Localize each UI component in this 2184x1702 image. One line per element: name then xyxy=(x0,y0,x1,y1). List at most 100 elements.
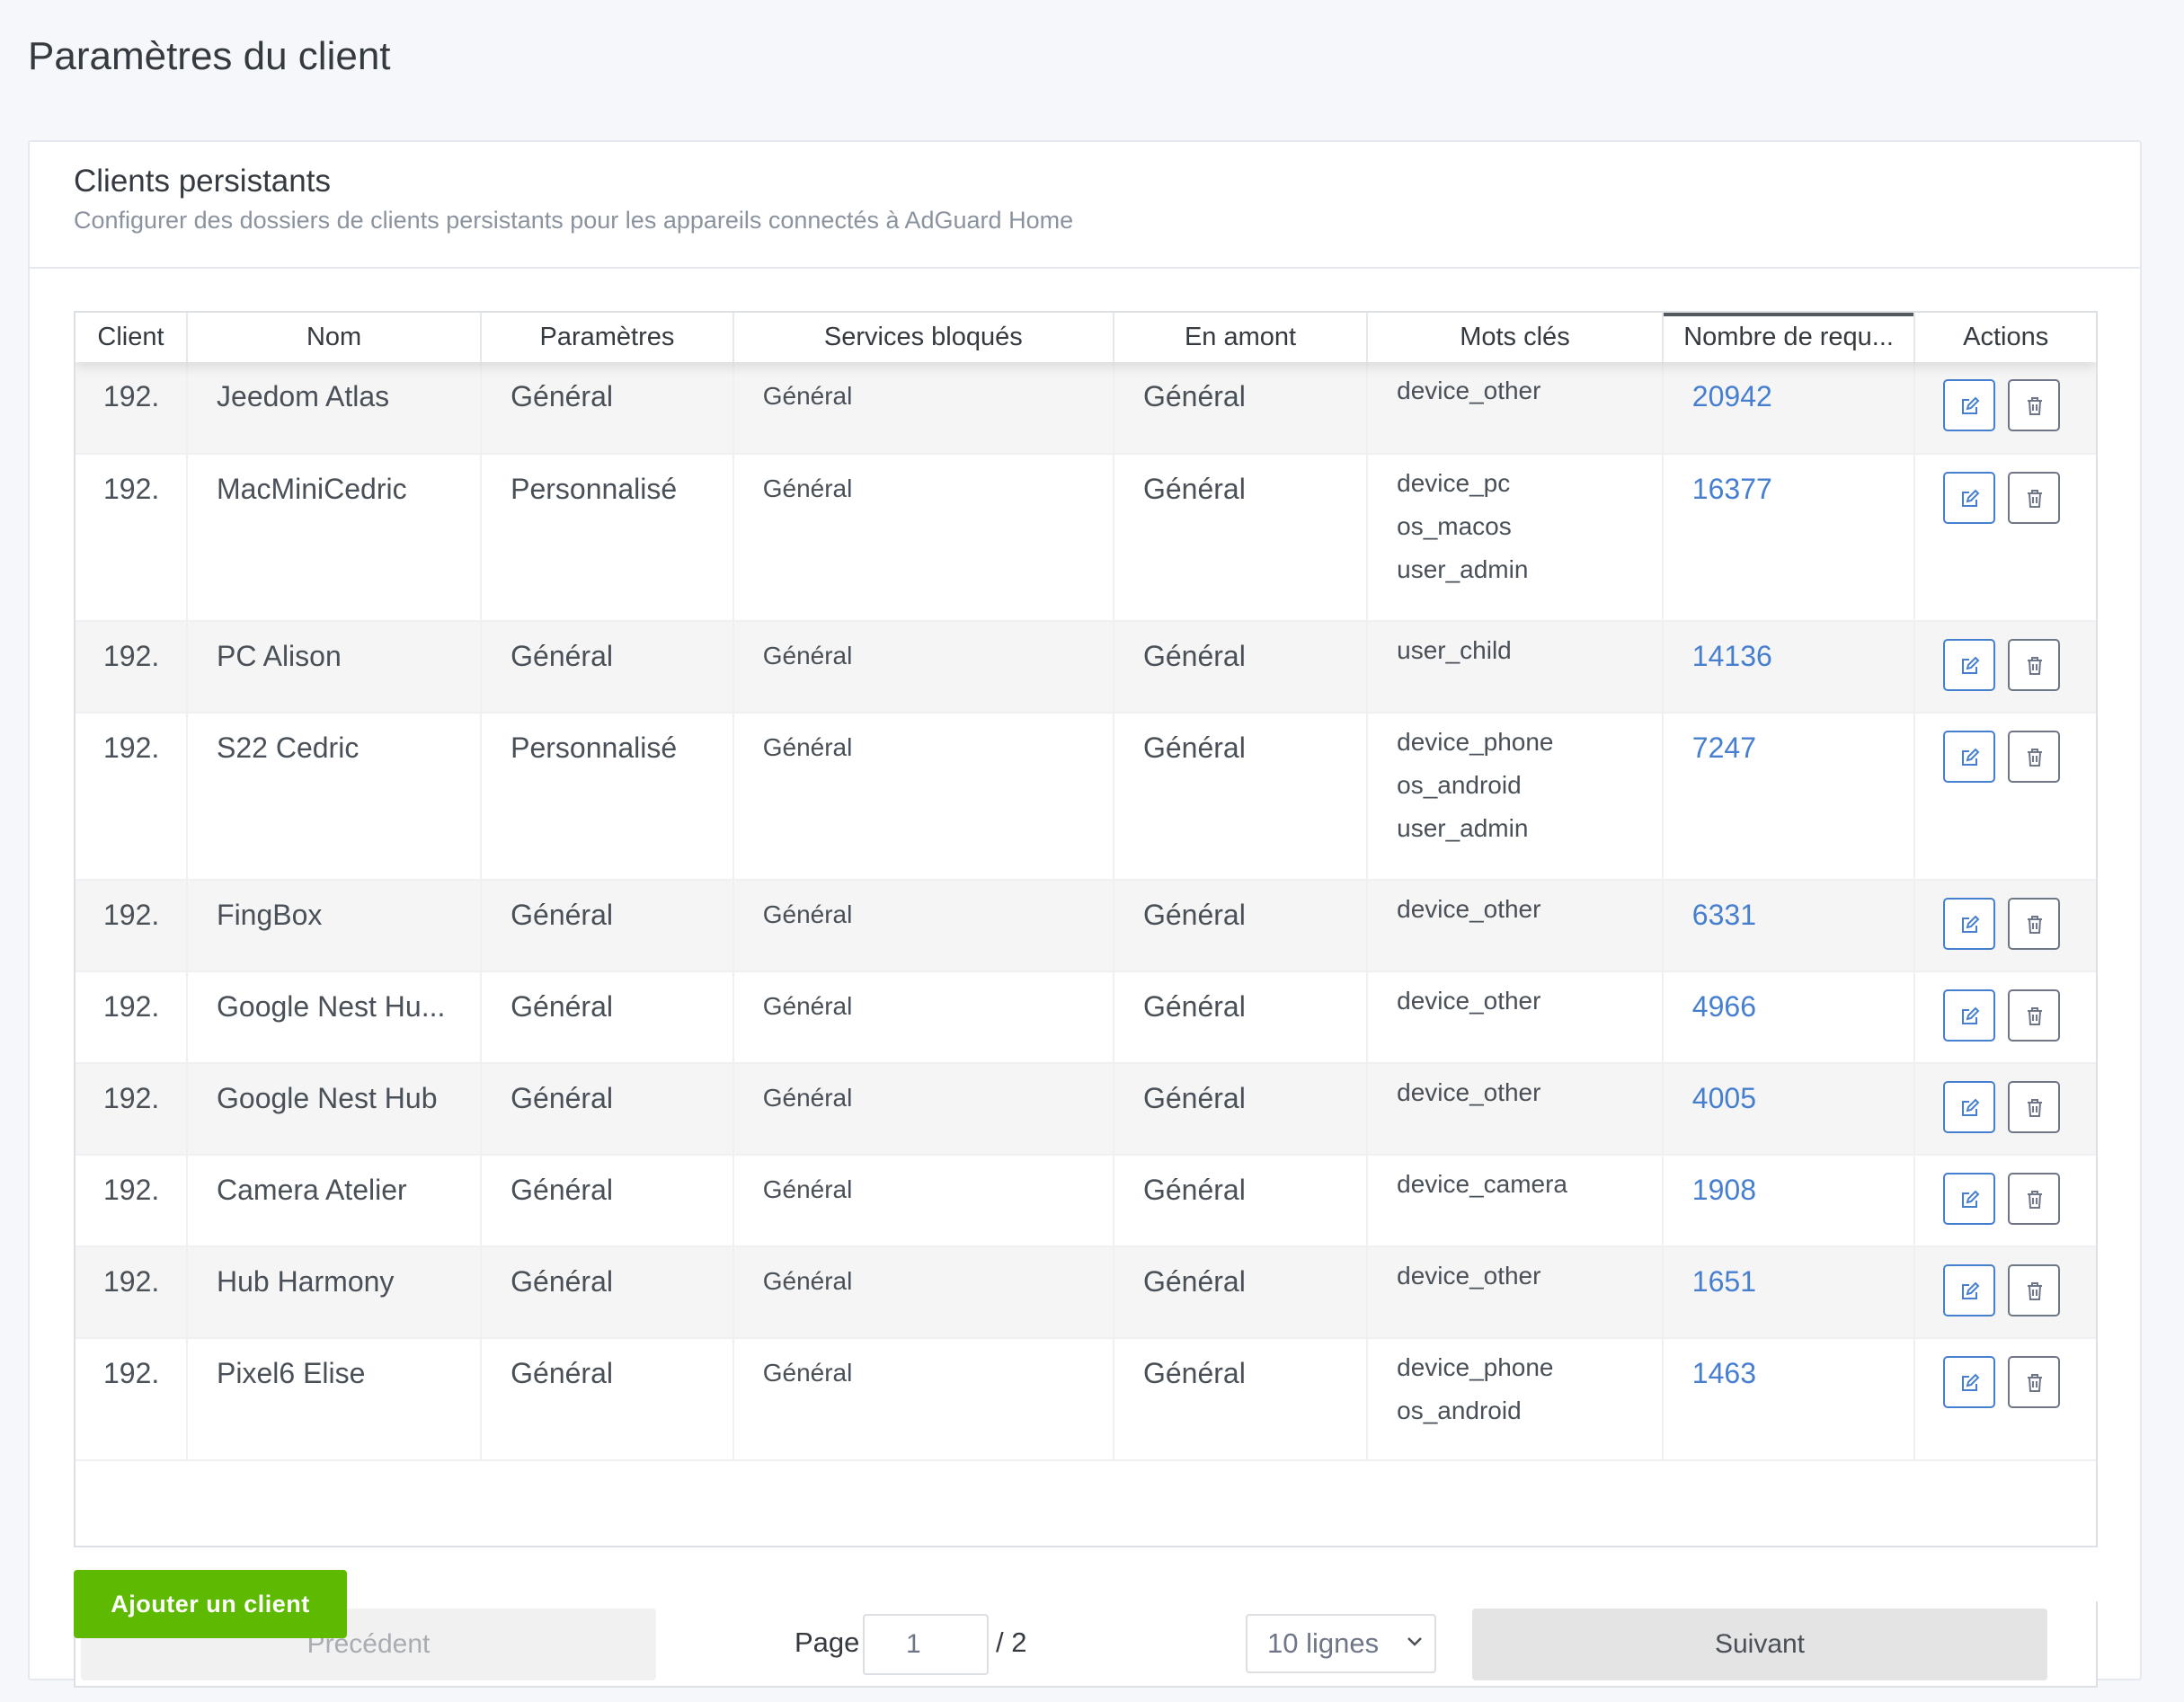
upstream-cell: Général xyxy=(1113,880,1369,971)
add-client-button[interactable]: Ajouter un client xyxy=(74,1570,347,1638)
delete-client-button[interactable] xyxy=(2008,1264,2061,1316)
delete-client-button[interactable] xyxy=(2008,989,2061,1042)
trash-icon xyxy=(2028,749,2043,767)
edit-client-button[interactable] xyxy=(1943,639,1996,691)
edit-client-button[interactable] xyxy=(1943,731,1996,783)
requests-count-link[interactable]: 1651 xyxy=(1692,1265,1756,1298)
edit-icon xyxy=(1962,748,1980,766)
column-header-blocked-services[interactable]: Services bloqués xyxy=(732,313,1114,362)
tags-cell: device_other xyxy=(1367,971,1664,1063)
tag: device_pc xyxy=(1397,469,1511,497)
tag: device_other xyxy=(1397,1262,1541,1290)
upstream-cell: Général xyxy=(1113,971,1369,1063)
edit-client-button[interactable] xyxy=(1943,898,1996,950)
requests-count-link[interactable]: 4966 xyxy=(1692,990,1756,1023)
column-header-name[interactable]: Nom xyxy=(187,313,483,362)
tags-cell: device_phone os_android user_admin xyxy=(1367,713,1664,880)
edit-client-button[interactable] xyxy=(1943,1173,1996,1225)
requests-count-link[interactable]: 1908 xyxy=(1692,1174,1756,1206)
card-subtitle: Configurer des dossiers de clients persi… xyxy=(74,207,1074,234)
edit-client-button[interactable] xyxy=(1943,1264,1996,1316)
column-header-settings[interactable]: Paramètres xyxy=(481,313,734,362)
blocked-services-cell: Général xyxy=(732,1246,1114,1338)
pagination-bar: Précédent Page 1 / 2 10 lignes Suivant xyxy=(74,1601,2098,1688)
requests-count-cell: 16377 xyxy=(1662,454,1916,621)
requests-count-cell: 4966 xyxy=(1662,971,1916,1063)
delete-client-button[interactable] xyxy=(2008,1081,2061,1133)
blocked-services-cell: Général xyxy=(732,971,1114,1063)
edit-client-button[interactable] xyxy=(1943,379,1996,431)
requests-count-cell: 6331 xyxy=(1662,880,1916,971)
tag: user_admin xyxy=(1397,814,1529,842)
edit-client-button[interactable] xyxy=(1943,989,1996,1042)
tags-cell: device_other xyxy=(1367,362,1664,454)
requests-count-link[interactable]: 20942 xyxy=(1692,380,1772,412)
table-row: 192. Pixel6 Elise Général Général Général dev… xyxy=(75,1338,2096,1460)
tags-cell: device_pc os_macos user_admin xyxy=(1367,454,1664,621)
blocked-services-cell: Général xyxy=(732,880,1114,971)
table-row: 192. Camera Atelier Général Général Général d… xyxy=(75,1155,2096,1246)
edit-client-button[interactable] xyxy=(1943,472,1996,524)
client-ip-cell: 192. xyxy=(75,971,189,1063)
delete-client-button[interactable] xyxy=(2008,472,2061,524)
table-row: 192. S22 Cedric Personnalisé Général Général… xyxy=(75,713,2096,880)
delete-client-button[interactable] xyxy=(2008,1356,2061,1408)
requests-count-link[interactable]: 1463 xyxy=(1692,1357,1756,1389)
edit-icon xyxy=(1962,396,1980,414)
next-page-button[interactable]: Suivant xyxy=(1472,1609,2047,1680)
upstream-cell: Général xyxy=(1113,454,1369,621)
requests-count-link[interactable]: 16377 xyxy=(1692,473,1772,505)
client-ip-cell: 192. xyxy=(75,621,189,713)
column-header-actions: Actions xyxy=(1963,323,2049,351)
edit-icon xyxy=(1962,1281,1980,1299)
trash-icon xyxy=(2028,657,2043,675)
table-row: 192. PC Alison Général Général Général user_c… xyxy=(75,621,2096,713)
delete-client-button[interactable] xyxy=(2008,731,2061,783)
requests-count-link[interactable]: 6331 xyxy=(1692,899,1756,931)
blocked-services-cell: Général xyxy=(732,621,1114,713)
chevron-down-icon xyxy=(1407,1637,1422,1646)
client-name-cell: Camera Atelier xyxy=(187,1155,483,1246)
client-name-cell: MacMiniCedric xyxy=(187,454,483,621)
tags-cell: device_other xyxy=(1367,1246,1664,1338)
persistent-clients-card: Clients persistants Configurer des dossi… xyxy=(28,140,2142,1688)
table-row: 192. Google Nest Hub Général Général Général… xyxy=(75,1063,2096,1155)
column-header-requests[interactable]: Nombre de requ... xyxy=(1662,313,1916,362)
tag: user_child xyxy=(1397,636,1512,664)
requests-count-link[interactable]: 14136 xyxy=(1692,640,1772,672)
requests-count-cell: 1908 xyxy=(1662,1155,1916,1246)
actions-cell xyxy=(1914,362,2096,454)
delete-client-button[interactable] xyxy=(2008,898,2061,950)
blocked-services-cell: Général xyxy=(732,1155,1114,1246)
card-header: Clients persistants Configurer des dossi… xyxy=(30,142,2140,269)
client-settings-cell: Personnalisé xyxy=(481,454,734,621)
rows-per-page-select[interactable]: 10 lignes xyxy=(1246,1614,1436,1673)
edit-client-button[interactable] xyxy=(1943,1081,1996,1133)
page-number-input[interactable]: 1 xyxy=(863,1614,989,1675)
client-name-cell: Pixel6 Elise xyxy=(187,1338,483,1460)
edit-client-button[interactable] xyxy=(1943,1356,1996,1408)
delete-client-button[interactable] xyxy=(2008,379,2061,431)
client-ip-cell: 192. xyxy=(75,1246,189,1338)
trash-icon xyxy=(2028,397,2043,415)
client-settings-cell: Personnalisé xyxy=(481,713,734,880)
delete-client-button[interactable] xyxy=(2008,1173,2061,1225)
client-name-cell: Hub Harmony xyxy=(187,1246,483,1338)
blocked-services-cell: Général xyxy=(732,713,1114,880)
upstream-cell: Général xyxy=(1113,1246,1369,1338)
column-header-upstream[interactable]: En amont xyxy=(1113,313,1369,362)
tags-cell: device_phone os_android xyxy=(1367,1338,1664,1460)
requests-count-link[interactable]: 7247 xyxy=(1692,731,1756,764)
client-settings-cell: Général xyxy=(481,621,734,713)
delete-client-button[interactable] xyxy=(2008,639,2061,691)
requests-count-link[interactable]: 4005 xyxy=(1692,1082,1756,1114)
client-settings-page: Paramètres du client Clients persistants… xyxy=(0,0,2184,1702)
client-settings-cell: Général xyxy=(481,1246,734,1338)
table-row: 192. Hub Harmony Général Général Général devi… xyxy=(75,1246,2096,1338)
trash-icon xyxy=(2028,916,2043,934)
table-row: 192. MacMiniCedric Personnalisé Général Géné… xyxy=(75,454,2096,621)
requests-count-cell: 1463 xyxy=(1662,1338,1916,1460)
column-header-client[interactable]: Client xyxy=(75,313,189,362)
column-header-tags[interactable]: Mots clés xyxy=(1367,313,1664,362)
client-name-cell: Google Nest Hub xyxy=(187,1063,483,1155)
